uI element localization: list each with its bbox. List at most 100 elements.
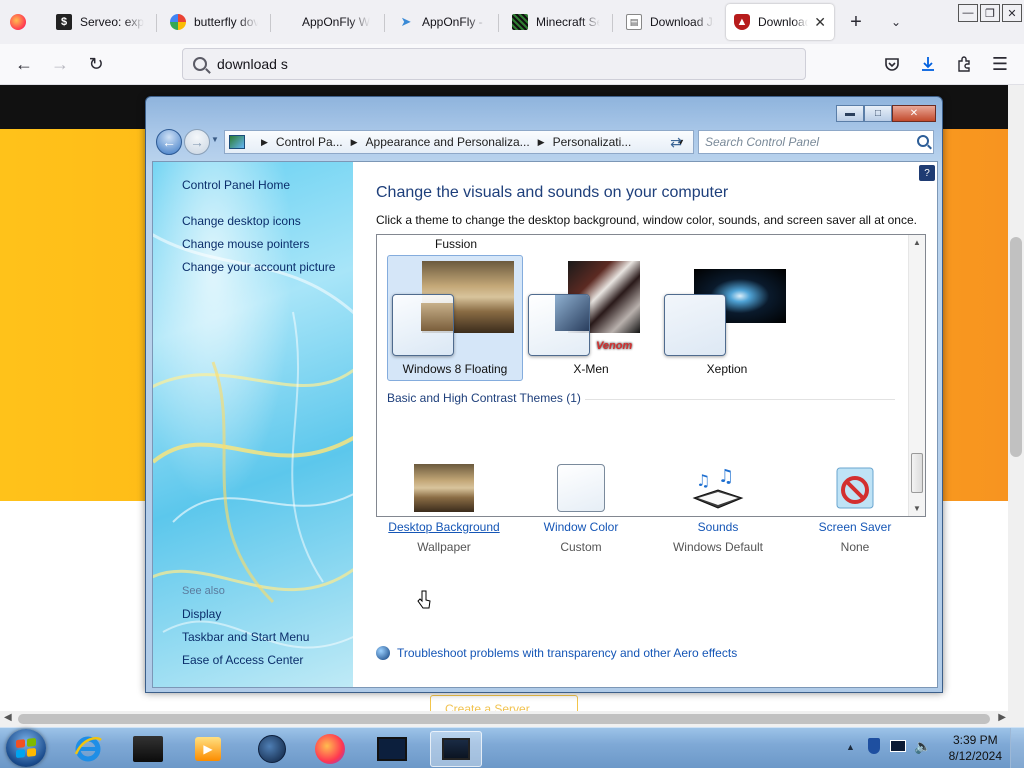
link-change-desktop-icons[interactable]: Change desktop icons (182, 214, 301, 228)
recent-pages-dropdown-icon[interactable]: ▼ (211, 135, 219, 144)
scroll-right-icon[interactable]: ▶ (998, 712, 1006, 723)
computer-icon[interactable] (122, 731, 174, 767)
theme-xeption[interactable]: Xeption (659, 255, 795, 381)
show-desktop-button[interactable] (1010, 728, 1024, 768)
control-panel-icon (229, 135, 245, 149)
scroll-up-icon[interactable]: ▲ (913, 238, 921, 247)
scroll-thumb[interactable] (1010, 237, 1022, 457)
system-tray: ▲ 🔈 3:39 PM 8/12/2024 (834, 728, 1024, 768)
sounds-link[interactable]: Sounds (650, 520, 786, 534)
pocket-icon[interactable] (880, 52, 904, 76)
reload-icon[interactable]: ↻ (84, 52, 108, 76)
list-all-tabs-icon[interactable]: ⌄ (884, 10, 908, 34)
breadcrumb-appearance[interactable]: Appearance and Personaliza... (366, 135, 530, 149)
tab-butterfly[interactable]: butterfly dov (162, 4, 266, 40)
breadcrumb[interactable]: ▶ Control Pa... ▶ Appearance and Persona… (224, 130, 694, 154)
forward-arrow-icon[interactable]: → (184, 129, 210, 155)
theme-name: Windows 8 Floating (402, 362, 508, 376)
new-tab-button[interactable]: + (844, 10, 868, 34)
link-change-account-picture[interactable]: Change your account picture (182, 260, 335, 274)
control-panel-taskbar-icon[interactable] (430, 731, 482, 767)
firefox-icon[interactable] (304, 731, 356, 767)
restore-icon[interactable]: ❐ (980, 4, 1000, 22)
media-player-icon[interactable]: ▶ (182, 731, 234, 767)
downloads-icon[interactable] (916, 52, 940, 76)
hand-cursor-icon (417, 590, 431, 609)
chevron-right-icon[interactable]: ▶ (538, 137, 545, 148)
basic-high-contrast-group[interactable]: Basic and High Contrast Themes (1) (387, 391, 581, 405)
window-content: Control Panel Home Change desktop icons … (152, 161, 938, 688)
troubleshoot-link[interactable]: Troubleshoot problems with transparency … (376, 646, 737, 660)
volume-icon[interactable]: 🔈 (914, 738, 931, 755)
tab-label: Download Ja (650, 15, 714, 29)
link-taskbar-start-menu[interactable]: Taskbar and Start Menu (182, 630, 309, 644)
windows-flag-icon (16, 737, 36, 759)
breadcrumb-control-panel[interactable]: Control Pa... (276, 135, 343, 149)
maximize-icon[interactable]: □ (864, 105, 892, 122)
back-arrow-icon[interactable]: ← (156, 129, 182, 155)
network-icon[interactable] (890, 740, 906, 752)
window-color-link[interactable]: Window Color (513, 520, 649, 534)
close-tab-icon[interactable]: ✕ (814, 14, 826, 31)
back-arrow-icon[interactable]: ← (12, 52, 36, 76)
link-display[interactable]: Display (182, 607, 221, 621)
clock[interactable]: 3:39 PM 8/12/2024 (949, 732, 1002, 764)
url-bar[interactable]: download s (182, 48, 806, 80)
troubleshoot-text[interactable]: Troubleshoot problems with transparency … (397, 646, 737, 660)
minecraft-icon (512, 14, 528, 30)
scroll-left-icon[interactable]: ◀ (4, 712, 12, 723)
clock-date: 8/12/2024 (948, 749, 1002, 763)
extensions-icon[interactable] (952, 52, 976, 76)
page-vertical-scrollbar[interactable] (1008, 85, 1024, 711)
tab-apponfly-w[interactable]: AppOnFly W (276, 4, 380, 40)
tab-apponfly-i[interactable]: ➤ AppOnFly - I (390, 4, 494, 40)
help-icon[interactable]: ? (919, 165, 935, 181)
left-navigation-pane: Control Panel Home Change desktop icons … (153, 162, 353, 687)
tab-minecraft[interactable]: Minecraft Se (504, 4, 608, 40)
minimize-icon[interactable]: ▬ (836, 105, 864, 122)
option-desktop-background[interactable]: Desktop Background Wallpaper (376, 464, 512, 564)
theme-windows-8-floating[interactable]: Windows 8 Floating (387, 255, 523, 381)
option-window-color[interactable]: Window Color Custom (513, 464, 649, 564)
globe-icon (376, 646, 390, 660)
tab-separator (498, 14, 499, 32)
internet-explorer-icon[interactable] (62, 731, 114, 767)
tab-download-active[interactable]: ▲ Download ✕ (726, 4, 834, 40)
search-control-panel-input[interactable]: Search Control Panel (698, 130, 934, 154)
tab-serveo[interactable]: $ Serveo: expo (48, 4, 152, 40)
hamburger-menu-icon[interactable]: ☰ (988, 52, 1012, 76)
window-color-value: Custom (560, 540, 602, 554)
tab-firefox-view[interactable] (2, 4, 42, 40)
desktop-background-link[interactable]: Desktop Background (376, 520, 512, 534)
search-placeholder: Search Control Panel (705, 135, 820, 149)
search-icon (193, 57, 207, 71)
theme-x-men[interactable]: Venom X-Men (523, 255, 659, 381)
scroll-thumb[interactable] (18, 714, 990, 724)
option-screen-saver[interactable]: Screen Saver None (787, 464, 923, 564)
search-icon[interactable] (917, 135, 929, 147)
desktop-background-value: Wallpaper (417, 540, 471, 554)
link-change-mouse-pointers[interactable]: Change mouse pointers (182, 237, 309, 251)
remote-desktop-icon[interactable] (366, 731, 418, 767)
link-ease-of-access[interactable]: Ease of Access Center (182, 653, 303, 667)
sounds-value: Windows Default (672, 540, 764, 554)
option-sounds[interactable]: ♫ ♫ Sounds Windows Default (650, 464, 786, 564)
screen-saver-link[interactable]: Screen Saver (787, 520, 923, 534)
chevron-right-icon[interactable]: ▶ (261, 137, 268, 148)
refresh-icon[interactable]: ⇄ (664, 130, 688, 154)
forward-arrow-icon[interactable]: → (48, 52, 72, 76)
firefox-icon (10, 14, 26, 30)
page-horizontal-scrollbar[interactable]: ◀ ▶ (0, 711, 1024, 727)
minimize-icon[interactable]: — (958, 4, 978, 22)
start-button[interactable] (6, 729, 46, 767)
show-hidden-icons-icon[interactable]: ▲ (846, 742, 855, 752)
link-control-panel-home[interactable]: Control Panel Home (182, 178, 290, 192)
chevron-right-icon[interactable]: ▶ (351, 137, 358, 148)
tab-download-ja[interactable]: ▤ Download Ja (618, 4, 722, 40)
close-window-icon[interactable]: ✕ (1002, 4, 1022, 22)
breadcrumb-personalization[interactable]: Personalizati... (553, 135, 632, 149)
close-icon[interactable]: ✕ (892, 105, 936, 122)
create-server-button[interactable]: Create a Server (430, 695, 578, 711)
globe-app-icon[interactable] (246, 731, 298, 767)
security-shield-icon[interactable] (868, 738, 880, 754)
